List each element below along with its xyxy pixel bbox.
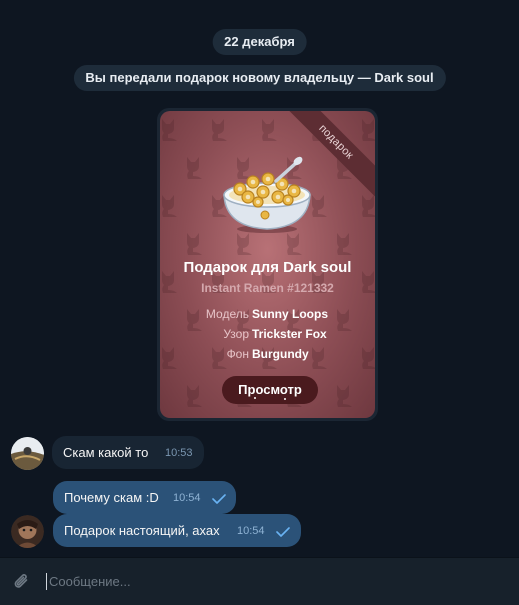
service-message: Вы передали подарок новому владельцу — D… [73, 65, 446, 91]
attribute-value: Sunny Loops [252, 307, 328, 321]
fox-icon [187, 233, 202, 255]
fox-icon [287, 233, 302, 255]
fox-icon [212, 119, 227, 141]
fox-icon [187, 157, 202, 179]
gift-card[interactable]: подарок Подарок для Dark soul Instant Ra… [157, 108, 378, 421]
cereal-bowl-icon [223, 156, 311, 233]
gift-card-body[interactable]: подарок Подарок для Dark soul Instant Ra… [160, 111, 375, 418]
sparkle [254, 397, 256, 399]
attribute-value: Trickster Fox [252, 327, 327, 341]
fox-icon [337, 385, 352, 407]
message-text: Почему скам :D [64, 490, 159, 505]
gift-title: Подарок для Dark soul [183, 259, 352, 276]
gift-subtitle: Instant Ramen #121332 [201, 281, 334, 295]
attribute-key: Фон [226, 347, 249, 361]
fox-icon [237, 233, 252, 255]
fox-icon [337, 233, 352, 255]
attribute-value: Burgundy [252, 347, 309, 361]
message-time: 10:54 [237, 525, 265, 537]
check-icon [212, 494, 226, 504]
message-bubble-outgoing[interactable]: Подарок настоящий, ахах 10:54 [53, 514, 301, 547]
avatar-self[interactable] [11, 515, 44, 548]
fox-icon [362, 195, 375, 217]
text-caret [46, 573, 47, 590]
paperclip-icon[interactable] [12, 572, 32, 592]
message-input[interactable] [49, 570, 489, 592]
fox-icon [187, 385, 202, 407]
message-time: 10:54 [173, 492, 201, 504]
avatar-contact[interactable] [11, 437, 44, 470]
view-gift-button[interactable]: Просмотр [222, 376, 318, 404]
message-text: Подарок настоящий, ахах [64, 523, 220, 538]
fox-icon [162, 195, 177, 217]
gift-attribute-pattern: Узор Trickster Fox [160, 327, 375, 345]
date-separator: 22 декабря [212, 29, 307, 55]
message-composer [0, 557, 519, 605]
gift-attribute-model: Модель Sunny Loops [160, 307, 375, 325]
check-icon [276, 527, 290, 537]
message-bubble-incoming[interactable]: Скам какой то 10:53 [52, 436, 204, 469]
fox-icon [362, 119, 375, 141]
fox-icon [262, 119, 277, 141]
message-time: 10:53 [165, 447, 193, 459]
message-text: Скам какой то [63, 445, 149, 460]
attribute-key: Модель [205, 307, 249, 321]
message-bubble-outgoing[interactable]: Почему скам :D 10:54 [53, 481, 236, 514]
gift-attribute-backdrop: Фон Burgundy [160, 347, 375, 365]
sparkle [284, 398, 286, 400]
fox-icon [162, 119, 177, 141]
attribute-key: Узор [223, 327, 249, 341]
